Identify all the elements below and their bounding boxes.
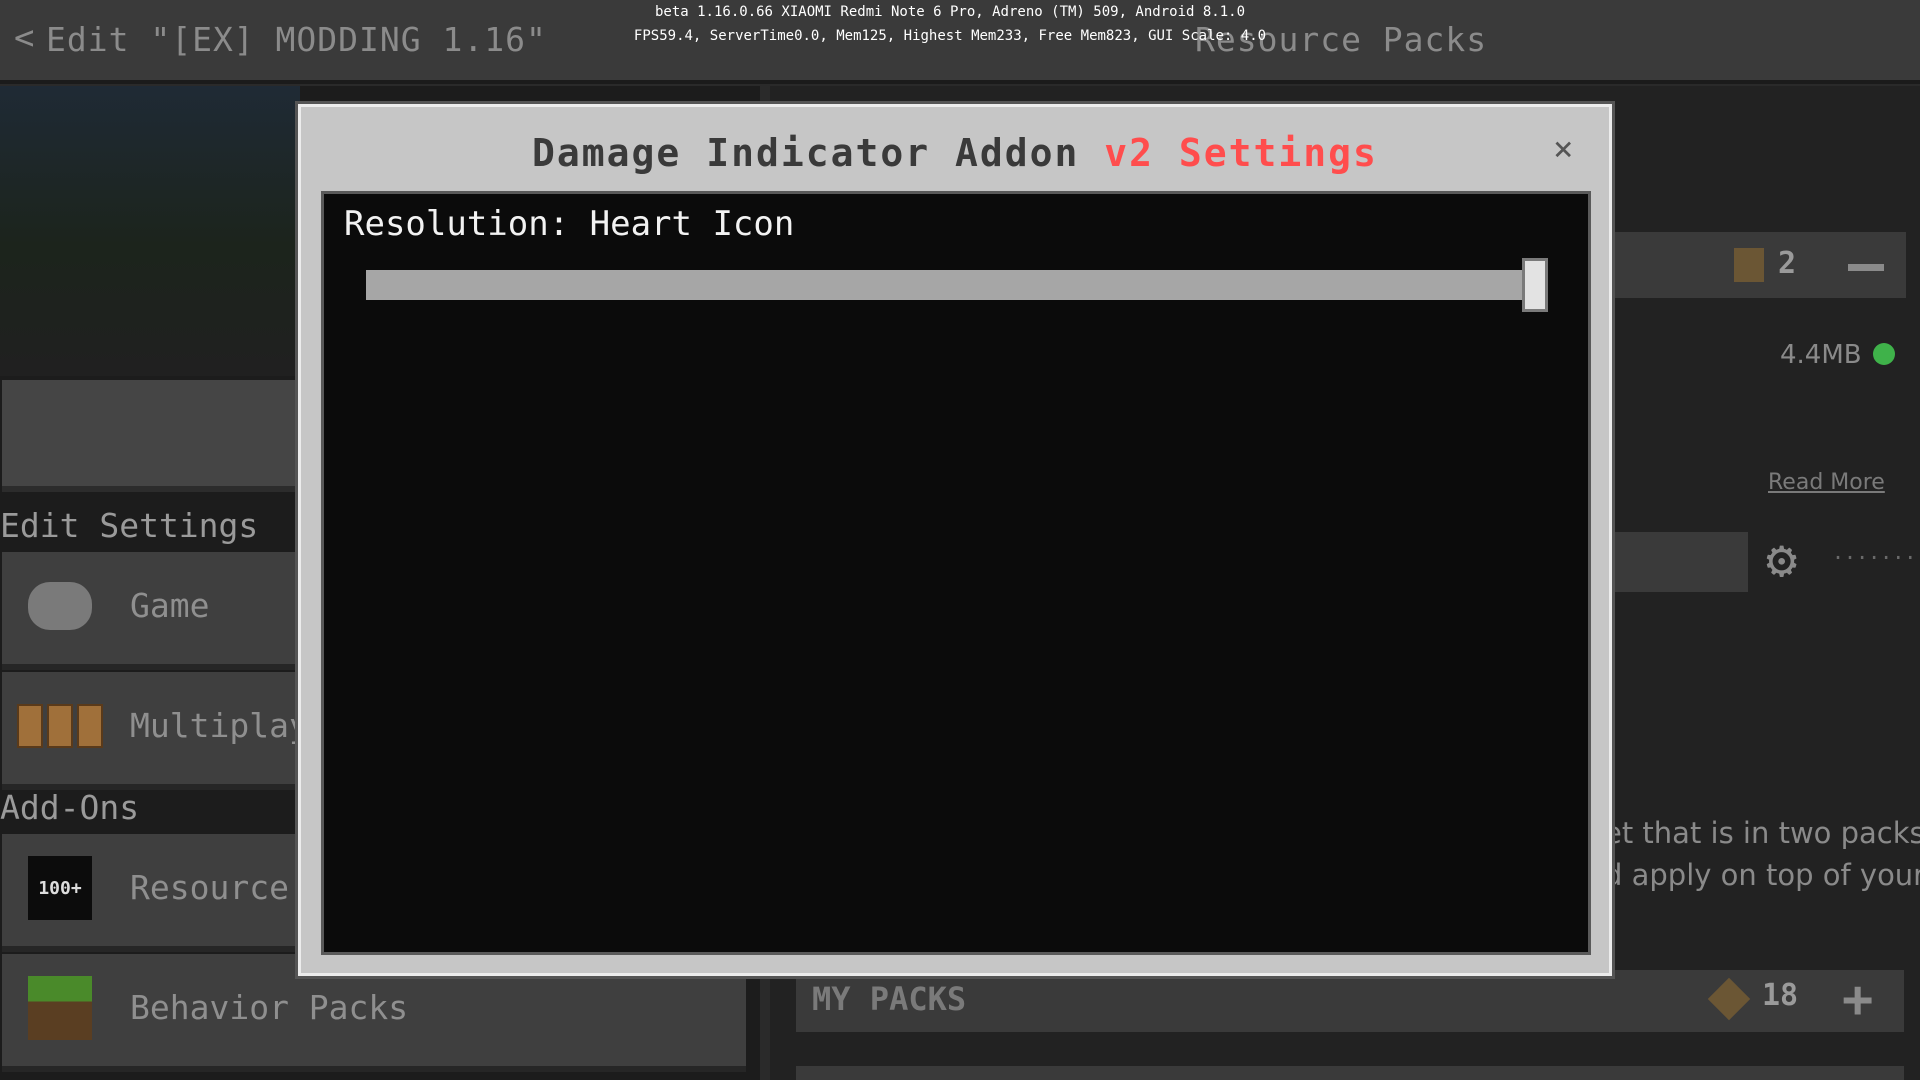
- warning-line-2: d apply on top of your: [1604, 858, 1920, 892]
- pack-warning-text: et that is in two packs d apply on top o…: [1604, 812, 1920, 896]
- gear-icon[interactable]: ⚙: [1766, 530, 1797, 590]
- resolution-slider-handle[interactable]: [1522, 258, 1548, 312]
- remove-icon[interactable]: [1848, 264, 1884, 271]
- resolution-slider-track[interactable]: [366, 270, 1530, 300]
- resource-badge-icon: 100+: [28, 856, 92, 920]
- debug-line-2: FPS59.4, ServerTime0.0, Mem125, Highest …: [633, 28, 1267, 44]
- controller-icon: [28, 574, 92, 638]
- world-edit-title: Edit "[EX] MODDING 1.16": [46, 20, 547, 59]
- play-button[interactable]: [2, 380, 296, 492]
- close-icon[interactable]: ×: [1553, 129, 1573, 169]
- sidebar-item-label: Behavior Packs: [130, 988, 409, 1027]
- world-preview-image: [0, 86, 300, 376]
- modal-title-main: Damage Indicator Addon: [532, 131, 1080, 175]
- pack-size: 4.4MB: [1780, 340, 1862, 370]
- back-arrow-icon[interactable]: <: [14, 18, 34, 58]
- read-more-link[interactable]: Read More: [1768, 470, 1885, 495]
- modal-title-highlight: v2 Settings: [1104, 131, 1378, 175]
- status-dot-icon: [1873, 343, 1895, 365]
- players-icon: [17, 694, 103, 758]
- my-packs-count: 18: [1762, 978, 1799, 1013]
- active-pack-count: 2: [1778, 246, 1797, 281]
- my-packs-label: MY PACKS: [812, 980, 967, 1018]
- pack-list-row[interactable]: [796, 1066, 1904, 1080]
- pack-menu-icon[interactable]: .......: [1832, 540, 1916, 564]
- debug-line-1: beta 1.16.0.66 XIAOMI Redmi Note 6 Pro, …: [654, 4, 1245, 20]
- edit-settings-heading: Edit Settings: [0, 506, 259, 545]
- sidebar-item-label: Game: [130, 586, 210, 625]
- addons-heading: Add-Ons: [0, 788, 140, 827]
- grass-block-icon: [28, 976, 92, 1040]
- resolution-setting-label: Resolution: Heart Icon: [344, 204, 795, 244]
- pack-action-button[interactable]: [1612, 532, 1748, 592]
- settings-content: Resolution: Heart Icon: [321, 191, 1591, 955]
- debug-overlay: beta 1.16.0.66 XIAOMI Redmi Note 6 Pro, …: [560, 0, 1340, 48]
- warning-line-1: et that is in two packs: [1604, 816, 1920, 850]
- resolution-slider-fill: [366, 270, 1530, 300]
- settings-modal: Damage Indicator Addon v2 Settings × Res…: [298, 104, 1612, 976]
- modal-title: Damage Indicator Addon v2 Settings: [301, 131, 1609, 175]
- pack-icon: [1734, 248, 1764, 282]
- add-pack-icon[interactable]: +: [1842, 970, 1873, 1030]
